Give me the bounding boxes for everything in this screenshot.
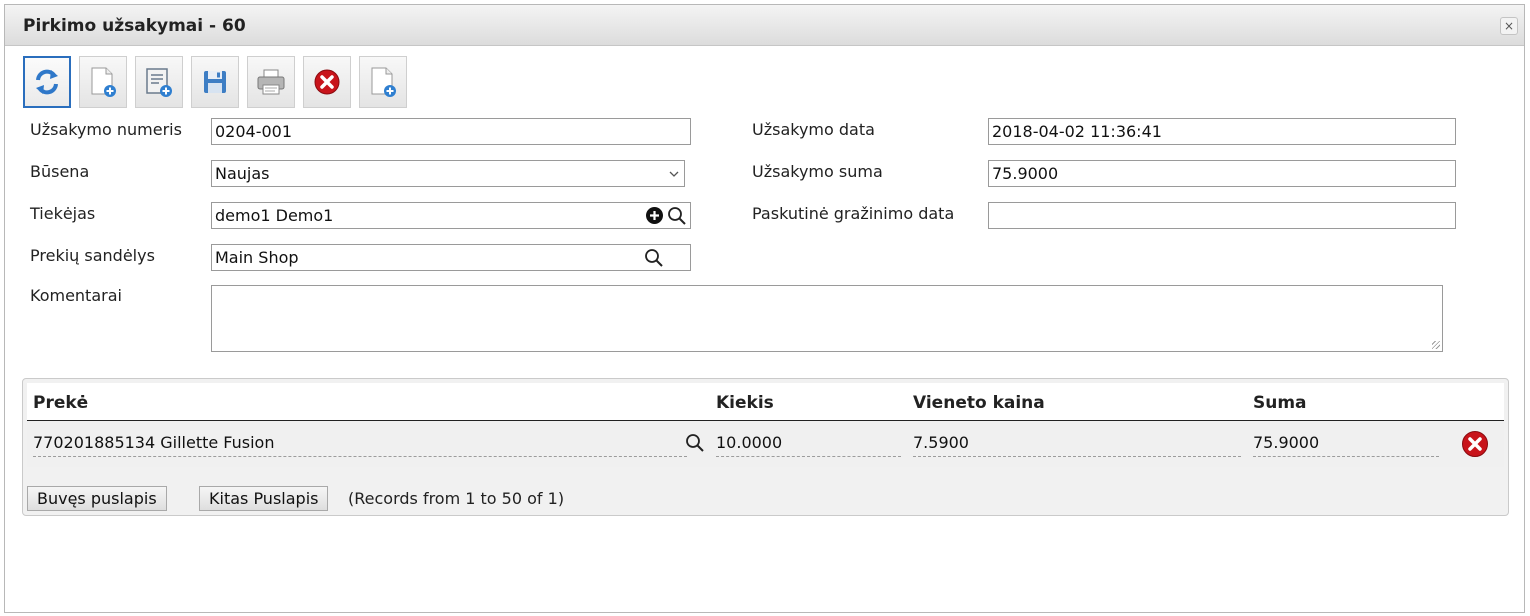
product-value: 770201885134 Gillette Fusion: [33, 433, 275, 452]
close-button[interactable]: ×: [1500, 17, 1518, 35]
order-sum-label: Užsakymo suma: [752, 162, 883, 181]
items-grid: Prekė Kiekis Vieneto kaina Suma 77020188…: [22, 378, 1509, 516]
table-row: 770201885134 Gillette Fusion 10.0000 7.5…: [27, 421, 1504, 467]
add-document-icon: [371, 67, 396, 97]
status-label: Būsena: [30, 162, 90, 181]
search-icon[interactable]: [685, 433, 705, 453]
quantity-value: 10.0000: [716, 433, 783, 452]
items-table: Prekė Kiekis Vieneto kaina Suma 77020188…: [27, 383, 1504, 467]
add-document-button[interactable]: [359, 56, 407, 108]
order-number-value: 0204-001: [215, 122, 293, 141]
new-document-icon: [91, 67, 116, 97]
column-header-sum: Suma: [1253, 393, 1307, 413]
unit-price-cell[interactable]: 7.5900: [913, 431, 1241, 457]
window-title: Pirkimo užsakymai - 60: [23, 16, 246, 36]
comments-label: Komentarai: [30, 286, 122, 305]
order-date-value: 2018-04-02 11:36:41: [992, 122, 1162, 141]
new-list-icon: [146, 68, 172, 97]
order-date-input[interactable]: 2018-04-02 11:36:41: [988, 118, 1456, 145]
supplier-label: Tiekėjas: [30, 204, 96, 223]
warehouse-label: Prekių sandėlys: [30, 246, 155, 265]
last-return-date-label: Paskutinė gražinimo data: [752, 204, 955, 223]
column-header-quantity: Kiekis: [716, 393, 774, 413]
print-button[interactable]: [247, 56, 295, 108]
save-button[interactable]: [191, 56, 239, 108]
order-date-label: Užsakymo data: [752, 120, 875, 139]
column-header-unit-price: Vieneto kaina: [913, 393, 1045, 413]
quantity-cell[interactable]: 10.0000: [716, 431, 901, 457]
sum-value: 75.9000: [1253, 433, 1320, 452]
status-select[interactable]: Naujas: [211, 160, 685, 187]
warehouse-value: Main Shop: [215, 248, 299, 267]
supplier-input[interactable]: demo1 Demo1: [211, 202, 691, 229]
status-value: Naujas: [215, 164, 270, 183]
previous-page-button[interactable]: Buvęs puslapis: [27, 486, 167, 511]
warehouse-input[interactable]: Main Shop: [211, 244, 691, 271]
search-icon[interactable]: [644, 248, 664, 268]
refresh-icon: [36, 69, 58, 95]
comments-textarea[interactable]: [211, 285, 1443, 352]
resize-handle[interactable]: [1432, 341, 1440, 349]
add-circle-icon[interactable]: [645, 206, 664, 225]
order-sum-value: 75.9000: [992, 164, 1059, 183]
new-list-button[interactable]: [135, 56, 183, 108]
last-return-date-input[interactable]: [988, 202, 1456, 229]
column-header-product: Prekė: [33, 393, 89, 413]
supplier-value: demo1 Demo1: [215, 206, 334, 225]
print-icon: [257, 69, 285, 95]
delete-row-icon[interactable]: [1461, 430, 1489, 458]
order-number-input[interactable]: 0204-001: [211, 118, 691, 145]
product-cell[interactable]: 770201885134 Gillette Fusion: [33, 431, 687, 457]
search-icon[interactable]: [667, 206, 687, 226]
sum-cell[interactable]: 75.9000: [1253, 431, 1439, 457]
title-bar: Pirkimo užsakymai - 60 ×: [5, 5, 1524, 46]
delete-button[interactable]: [303, 56, 351, 108]
next-page-button[interactable]: Kitas Puslapis: [199, 486, 329, 511]
order-sum-input[interactable]: 75.9000: [988, 160, 1456, 187]
records-info: (Records from 1 to 50 of 1): [348, 489, 565, 508]
delete-icon: [314, 69, 340, 95]
new-document-button[interactable]: [79, 56, 127, 108]
unit-price-value: 7.5900: [913, 433, 969, 452]
refresh-button[interactable]: [23, 56, 71, 108]
chevron-down-icon: [669, 171, 679, 177]
save-icon: [204, 71, 226, 93]
purchase-order-window: Pirkimo užsakymai - 60 × Užsakymo numeri…: [4, 4, 1525, 613]
order-number-label: Užsakymo numeris: [30, 120, 182, 139]
